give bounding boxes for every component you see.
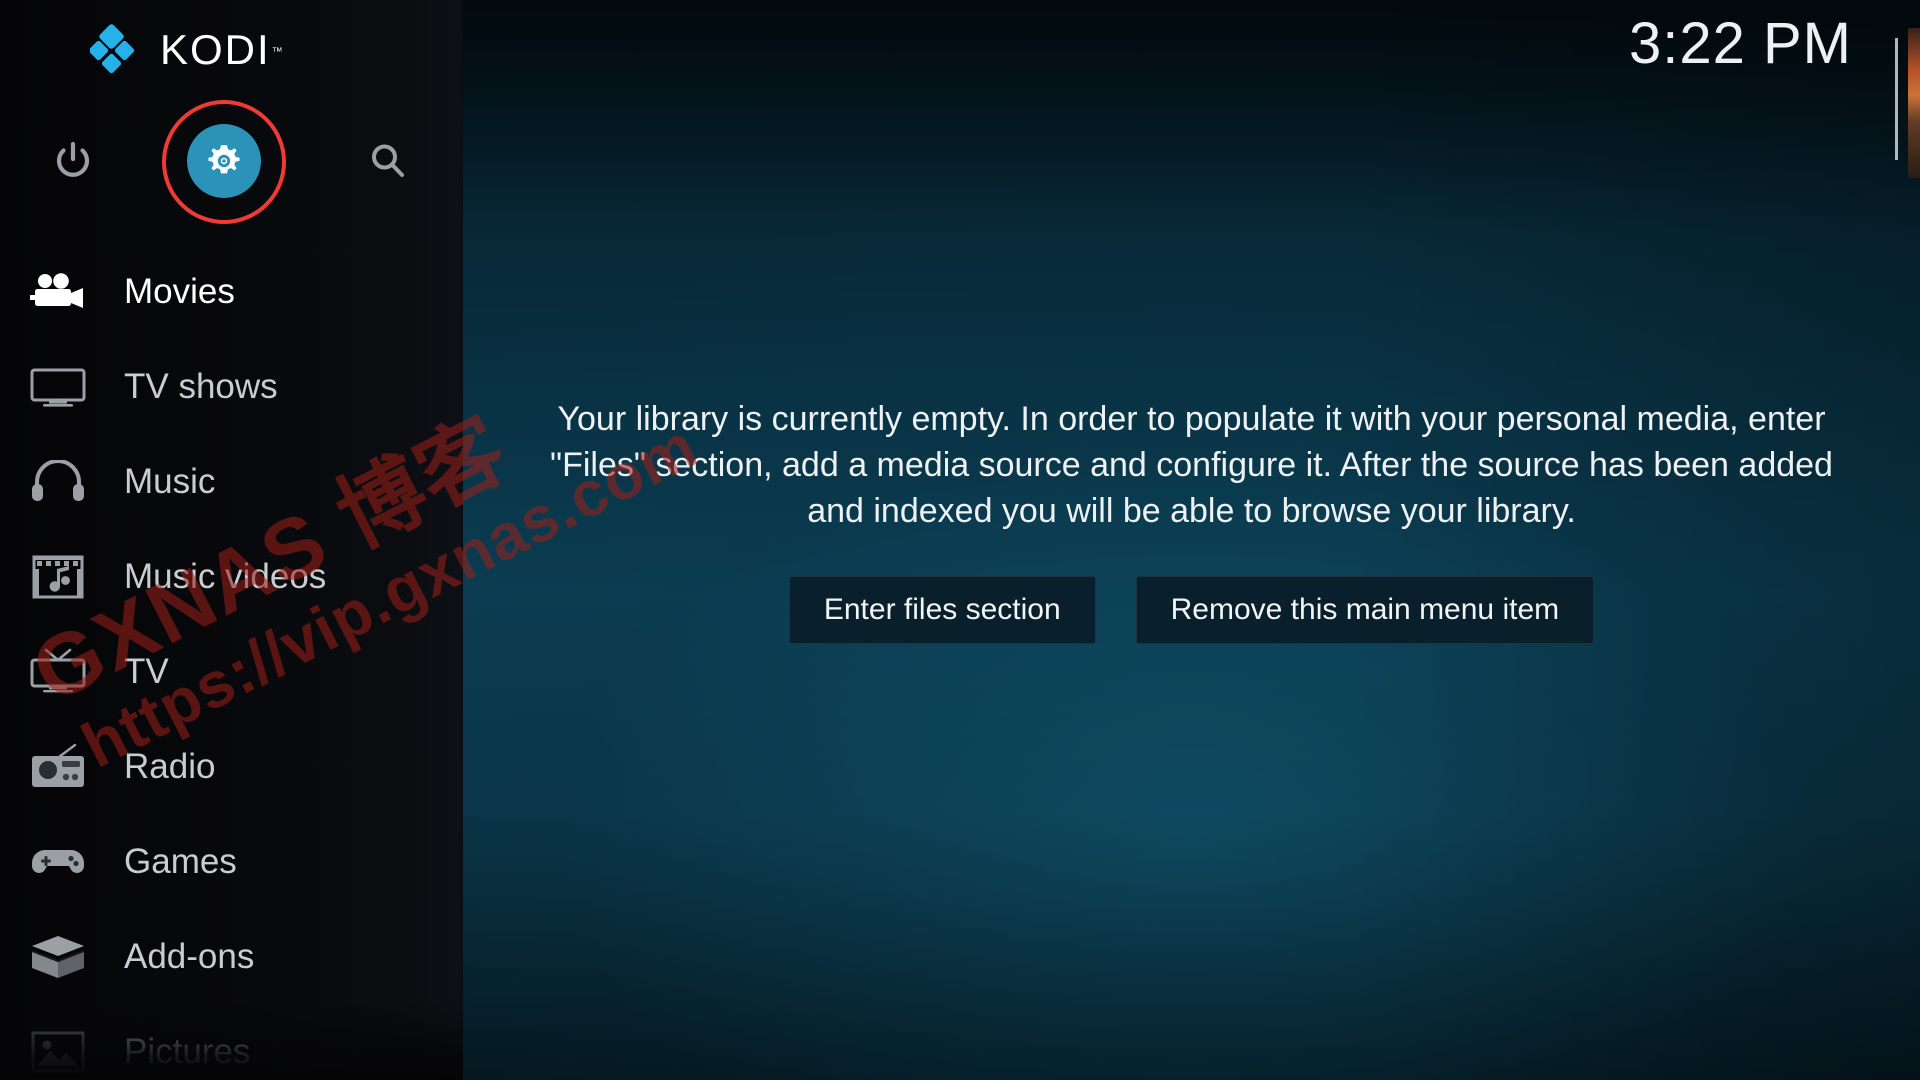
sidebar: KODI ™ Movies TV shows Music Music video… (0, 0, 463, 1080)
empty-library-actions: Enter files section Remove this main men… (527, 576, 1857, 644)
sidebar-item-tv-shows[interactable]: TV shows (0, 339, 463, 434)
sidebar-item-games[interactable]: Games (0, 814, 463, 909)
gamepad-icon (22, 831, 94, 893)
sidebar-item-music-videos[interactable]: Music videos (0, 529, 463, 624)
addon-box-icon (22, 926, 94, 988)
brand-name: KODI ™ (160, 24, 283, 76)
tv-antenna-icon (22, 641, 94, 703)
picture-icon (22, 1021, 94, 1080)
search-icon (372, 144, 404, 177)
brand-name-text: KODI (160, 26, 271, 73)
trademark-symbol: ™ (271, 46, 285, 58)
music-film-icon (22, 546, 94, 608)
empty-library-panel: Your library is currently empty. In orde… (527, 396, 1857, 644)
remove-main-menu-item-button[interactable]: Remove this main menu item (1135, 576, 1595, 644)
radio-icon (22, 736, 94, 798)
top-toolbar (0, 100, 463, 224)
brand-logo: KODI ™ (88, 24, 283, 76)
power-button[interactable] (40, 128, 106, 194)
empty-library-message: Your library is currently empty. In orde… (550, 400, 1833, 530)
sidebar-item-tv[interactable]: TV (0, 624, 463, 719)
sidebar-item-label: Pictures (124, 1031, 251, 1071)
sidebar-item-pictures[interactable]: Pictures (0, 1004, 463, 1080)
settings-button[interactable] (187, 124, 261, 198)
sidebar-item-radio[interactable]: Radio (0, 719, 463, 814)
kodi-logo-icon (88, 24, 142, 76)
headphones-icon (22, 451, 94, 513)
movie-camera-icon (22, 261, 94, 323)
sidebar-item-movies[interactable]: Movies (0, 244, 463, 339)
gear-icon (208, 145, 240, 174)
sidebar-item-label: Games (124, 841, 237, 881)
enter-files-section-button[interactable]: Enter files section (788, 576, 1096, 644)
sidebar-item-label: TV shows (124, 366, 278, 406)
sidebar-item-label: Radio (124, 746, 216, 786)
sidebar-item-label: Music videos (124, 556, 327, 596)
tv-monitor-icon (22, 356, 94, 418)
main-menu: Movies TV shows Music Music videos TV Ra… (0, 244, 463, 1080)
sidebar-item-add-ons[interactable]: Add-ons (0, 909, 463, 1004)
search-button[interactable] (355, 128, 421, 194)
sidebar-item-music[interactable]: Music (0, 434, 463, 529)
sidebar-item-label: TV (124, 651, 169, 691)
sidebar-item-label: Add-ons (124, 936, 255, 976)
power-icon (56, 141, 90, 177)
kodi-home-screen: 3:22 PM Your library is currently empty.… (0, 0, 1920, 1080)
main-content: Your library is currently empty. In orde… (463, 0, 1920, 1080)
clock: 3:22 PM (1629, 11, 1852, 76)
sidebar-item-label: Music (124, 461, 216, 501)
sidebar-item-label: Movies (124, 271, 235, 311)
